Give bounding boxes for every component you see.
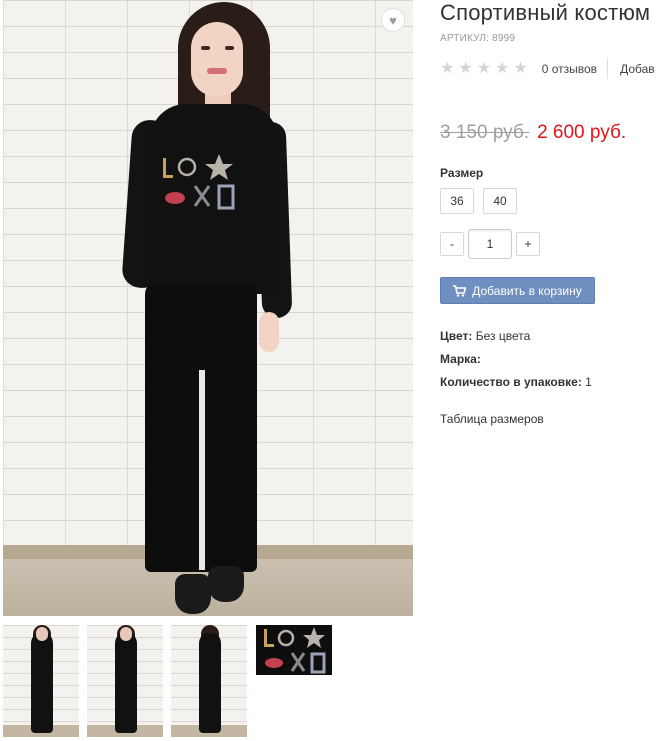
size-label: Размер — [440, 166, 484, 180]
price-block: 3 150 руб. 2 600 руб. — [440, 122, 626, 144]
property-label: Марка: — [440, 352, 481, 366]
property-label: Количество в упаковке: — [440, 375, 582, 389]
size-table-link[interactable]: Таблица размеров — [440, 412, 544, 426]
thumbnail-gallery — [3, 625, 335, 737]
star-icon[interactable]: ★ — [458, 61, 472, 77]
size-option-36[interactable]: 36 — [440, 188, 474, 214]
heart-icon: ♥ — [389, 12, 397, 28]
property-pack-quantity: Количество в упаковке: 1 — [440, 374, 592, 397]
cart-icon — [453, 284, 467, 297]
quantity-stepper: - + — [440, 229, 540, 259]
quantity-input[interactable] — [468, 229, 512, 259]
love-embroidery-detail — [264, 627, 326, 674]
property-brand: Марка: — [440, 351, 592, 374]
thumbnail-detail[interactable] — [256, 625, 332, 675]
property-value: 1 — [585, 375, 592, 389]
model-shoe — [208, 566, 244, 602]
model-lips — [207, 68, 227, 74]
model-eye — [225, 46, 234, 50]
wishlist-button[interactable]: ♥ — [381, 8, 405, 32]
star-icon[interactable]: ★ — [513, 61, 527, 77]
star-icon[interactable]: ★ — [495, 61, 509, 77]
product-sku: АРТИКУЛ: 8999 — [440, 33, 516, 44]
thumbnail-side[interactable] — [87, 625, 163, 737]
increase-quantity-button[interactable]: + — [516, 232, 540, 256]
thumbnail-back[interactable] — [171, 625, 247, 737]
property-value: Без цвета — [475, 329, 531, 343]
decrease-quantity-button[interactable]: - — [440, 232, 464, 256]
main-product-image[interactable] — [3, 0, 413, 616]
size-option-40[interactable]: 40 — [483, 188, 517, 214]
rating-stars[interactable]: ★ ★ ★ ★ ★ — [440, 61, 528, 77]
leg-gap — [199, 370, 205, 570]
product-title: Спортивный костюм — [440, 0, 651, 25]
product-properties: Цвет: Без цвета Марка: Количество в упак… — [440, 328, 592, 397]
property-label: Цвет: — [440, 329, 473, 343]
add-review-link[interactable]: Добав — [620, 62, 655, 76]
model-eye — [201, 46, 210, 50]
property-color: Цвет: Без цвета — [440, 328, 592, 351]
star-icon[interactable]: ★ — [440, 61, 454, 77]
add-to-cart-button[interactable]: Добавить в корзину — [440, 277, 595, 304]
model-face — [191, 22, 243, 96]
divider — [607, 59, 609, 79]
reviews-count-link[interactable]: 0 отзывов — [542, 62, 597, 76]
thumbnail-front[interactable] — [3, 625, 79, 737]
add-to-cart-label: Добавить в корзину — [472, 283, 582, 298]
star-icon[interactable]: ★ — [477, 61, 491, 77]
size-selector: 36 40 — [440, 188, 517, 214]
love-embroidery — [163, 154, 235, 210]
current-price: 2 600 руб. — [537, 122, 627, 143]
old-price: 3 150 руб. — [440, 122, 530, 143]
model-shoe — [175, 574, 211, 614]
rating-row: ★ ★ ★ ★ ★ 0 отзывов Добав — [440, 59, 655, 79]
model-hand — [259, 312, 279, 352]
